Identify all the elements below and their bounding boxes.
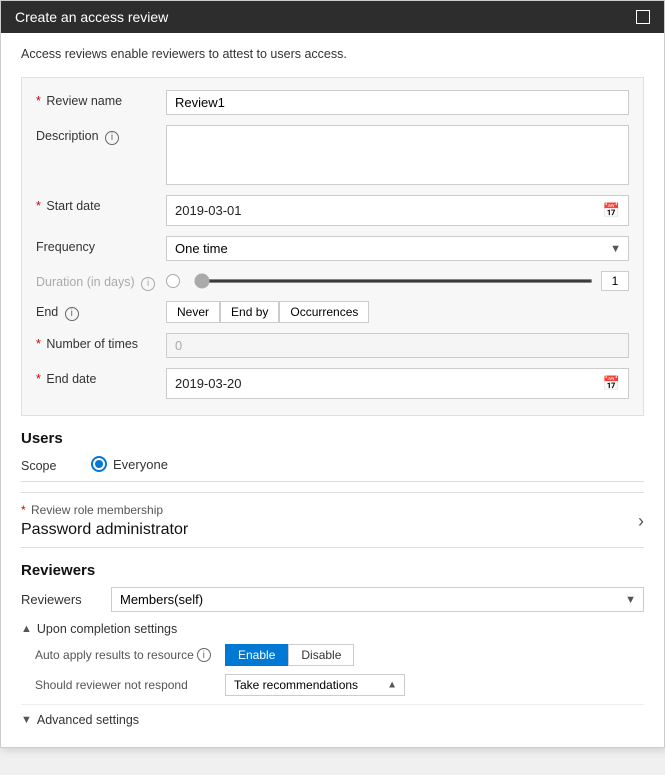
- end-date-label: * End date: [36, 368, 166, 386]
- scope-radio[interactable]: [91, 456, 107, 472]
- advanced-settings-toggle[interactable]: ▼ Advanced settings: [21, 704, 644, 727]
- duration-radio[interactable]: [166, 274, 180, 288]
- frequency-label: Frequency: [36, 236, 166, 254]
- description-row: Description i: [36, 125, 629, 185]
- completion-toggle-icon: ▲: [21, 623, 32, 635]
- description-input[interactable]: [166, 125, 629, 185]
- required-star-enddate: *: [36, 372, 41, 386]
- reviewers-select-row: Reviewers Members(self) Selected users M…: [21, 587, 644, 612]
- not-respond-label: Should reviewer not respond: [35, 678, 225, 692]
- advanced-toggle-icon: ▼: [21, 714, 32, 726]
- auto-apply-toggle-group: Enable Disable: [225, 644, 354, 666]
- required-star-role: *: [21, 503, 26, 517]
- start-date-calendar-icon[interactable]: 📅: [603, 202, 620, 219]
- frequency-row: Frequency One time Weekly Monthly Quarte…: [36, 236, 629, 261]
- auto-apply-info-icon[interactable]: i: [197, 648, 211, 662]
- end-info-icon[interactable]: i: [65, 307, 79, 321]
- users-divider: [21, 481, 644, 482]
- review-name-row: * Review name: [36, 90, 629, 115]
- end-buttons-group: Never End by Occurrences: [166, 301, 629, 323]
- form-content: Access reviews enable reviewers to attes…: [1, 33, 664, 747]
- reviewers-select-wrapper: Members(self) Selected users Managers ▼: [111, 587, 644, 612]
- main-window: Create an access review Access reviews e…: [0, 0, 665, 748]
- duration-value: 1: [601, 271, 629, 291]
- maximize-icon[interactable]: [636, 10, 650, 24]
- number-of-times-input[interactable]: [166, 333, 629, 358]
- review-name-input[interactable]: [166, 90, 629, 115]
- required-star-times: *: [36, 337, 41, 351]
- review-role-required-label: * Review role membership: [21, 503, 188, 517]
- reviewers-section-title: Reviewers: [21, 562, 644, 579]
- subtitle-text: Access reviews enable reviewers to attes…: [21, 47, 644, 61]
- duration-slider-row: 1: [166, 271, 629, 291]
- completion-label: Upon completion settings: [37, 622, 177, 636]
- reviewers-section: Reviewers Reviewers Members(self) Select…: [21, 562, 644, 727]
- start-date-row: * Start date 📅: [36, 195, 629, 226]
- start-date-input[interactable]: [175, 199, 599, 222]
- end-row: End i Never End by Occurrences: [36, 301, 629, 323]
- end-endby-button[interactable]: End by: [220, 301, 279, 323]
- duration-row: Duration (in days) i 1: [36, 271, 629, 291]
- advanced-label: Advanced settings: [37, 713, 139, 727]
- review-role-chevron-icon: ›: [638, 511, 644, 532]
- window-title: Create an access review: [15, 9, 168, 25]
- review-role-row[interactable]: * Review role membership Password admini…: [21, 492, 644, 548]
- reviewers-select[interactable]: Members(self) Selected users Managers: [111, 587, 644, 612]
- auto-apply-enable-button[interactable]: Enable: [225, 644, 288, 666]
- start-date-label: * Start date: [36, 195, 166, 213]
- required-star-date: *: [36, 199, 41, 213]
- scope-row: Scope Everyone: [21, 455, 644, 473]
- completion-toggle[interactable]: ▲ Upon completion settings: [21, 622, 644, 636]
- not-respond-select-wrapper: Take recommendations No change Remove ac…: [225, 674, 405, 696]
- end-date-calendar-icon[interactable]: 📅: [603, 375, 620, 392]
- auto-apply-disable-button[interactable]: Disable: [288, 644, 354, 666]
- title-bar: Create an access review: [1, 1, 664, 33]
- end-occurrences-button[interactable]: Occurrences: [279, 301, 369, 323]
- start-date-wrapper: 📅: [166, 195, 629, 226]
- description-info-icon[interactable]: i: [105, 131, 119, 145]
- required-star-name: *: [36, 94, 41, 108]
- description-label: Description i: [36, 125, 166, 145]
- duration-info-icon[interactable]: i: [141, 277, 155, 291]
- frequency-select-wrapper: One time Weekly Monthly Quarterly Annual…: [166, 236, 629, 261]
- not-respond-select[interactable]: Take recommendations No change Remove ac…: [225, 674, 405, 696]
- frequency-select[interactable]: One time Weekly Monthly Quarterly Annual…: [166, 236, 629, 261]
- duration-slider[interactable]: [194, 279, 593, 283]
- end-never-button[interactable]: Never: [166, 301, 220, 323]
- review-name-label: * Review name: [36, 90, 166, 108]
- end-label: End i: [36, 301, 166, 321]
- end-date-wrapper: 📅: [166, 368, 629, 399]
- scope-label: Scope: [21, 455, 91, 473]
- completion-content: Auto apply results to resource i Enable …: [35, 644, 644, 696]
- auto-apply-label: Auto apply results to resource i: [35, 648, 225, 662]
- end-date-input[interactable]: [175, 372, 599, 395]
- form-section: * Review name Description i * Start date: [21, 77, 644, 416]
- scope-value: Everyone: [113, 457, 168, 472]
- number-of-times-label: * Number of times: [36, 333, 166, 351]
- review-role-value: Password administrator: [21, 521, 188, 539]
- auto-apply-row: Auto apply results to resource i Enable …: [35, 644, 644, 666]
- review-role-content: * Review role membership Password admini…: [21, 503, 188, 539]
- users-section-title: Users: [21, 430, 644, 447]
- number-of-times-row: * Number of times: [36, 333, 629, 358]
- not-respond-row: Should reviewer not respond Take recomme…: [35, 674, 644, 696]
- end-date-row: * End date 📅: [36, 368, 629, 399]
- reviewers-label: Reviewers: [21, 592, 111, 607]
- duration-label: Duration (in days) i: [36, 271, 166, 291]
